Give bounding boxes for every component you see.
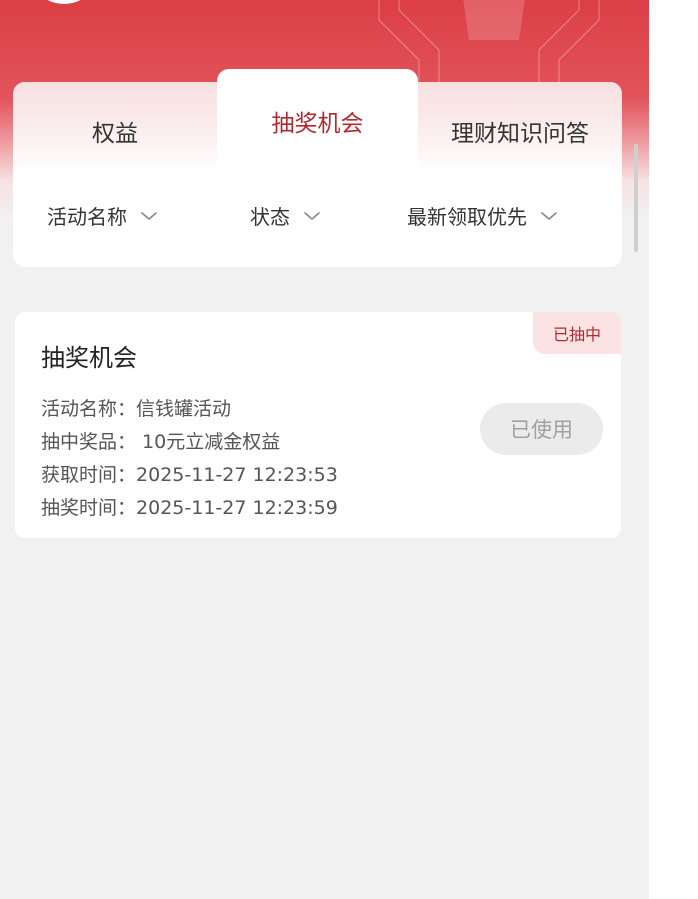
chevron-down-icon — [304, 212, 320, 220]
info-label: 获取时间： — [41, 464, 137, 486]
info-activity-name: 活动名称：信钱罐活动 — [41, 394, 231, 421]
tab-label: 理财知识问答 — [451, 121, 589, 147]
info-label: 抽奖时间： — [41, 497, 137, 519]
info-prize: 抽中奖品： 10元立减金权益 — [41, 427, 280, 454]
chevron-down-icon — [541, 212, 557, 220]
tab-filter-card: 权益 抽奖机会 理财知识问答 活动名称 状态 最新领取优先 — [13, 69, 622, 267]
filter-bar: 活动名称 状态 最新领取优先 — [13, 190, 622, 240]
lottery-record-card: 已抽中 抽奖机会 活动名称：信钱罐活动 抽中奖品： 10元立减金权益 获取时间：… — [15, 312, 621, 538]
info-value: 信钱罐活动 — [136, 398, 232, 420]
tab-label: 抽奖机会 — [271, 110, 364, 137]
chevron-down-icon — [141, 212, 157, 220]
tab-finance-quiz[interactable]: 理财知识问答 — [418, 82, 622, 182]
scrollbar[interactable] — [634, 144, 638, 252]
screen-margin — [649, 0, 698, 899]
filter-label: 状态 — [250, 204, 290, 229]
info-label: 活动名称： — [41, 398, 137, 420]
info-obtained-time: 获取时间：2025-11-27 12:23:53 — [41, 460, 338, 487]
used-button[interactable]: 已使用 — [480, 403, 603, 455]
status-badge: 已抽中 — [533, 312, 621, 354]
tab-benefits[interactable]: 权益 — [13, 82, 217, 182]
tab-label: 权益 — [92, 121, 138, 147]
filter-label: 最新领取优先 — [407, 204, 527, 229]
filter-status[interactable]: 状态 — [250, 190, 320, 240]
app-screen: 权益 抽奖机会 理财知识问答 活动名称 状态 最新领取优先 已抽中 抽奖机会 活… — [0, 0, 649, 899]
info-value: 10元立减金权益 — [136, 431, 281, 453]
avatar — [28, 0, 100, 4]
card-title: 抽奖机会 — [41, 344, 137, 372]
info-value: 2025-11-27 12:23:59 — [136, 497, 338, 519]
info-draw-time: 抽奖时间：2025-11-27 12:23:59 — [41, 493, 338, 520]
info-value: 2025-11-27 12:23:53 — [136, 464, 338, 486]
filter-label: 活动名称 — [47, 204, 127, 229]
tab-lottery-chances[interactable]: 抽奖机会 — [217, 69, 418, 174]
filter-sort-latest[interactable]: 最新领取优先 — [407, 190, 557, 240]
info-label: 抽中奖品： — [41, 431, 137, 453]
filter-activity-name[interactable]: 活动名称 — [47, 190, 157, 240]
